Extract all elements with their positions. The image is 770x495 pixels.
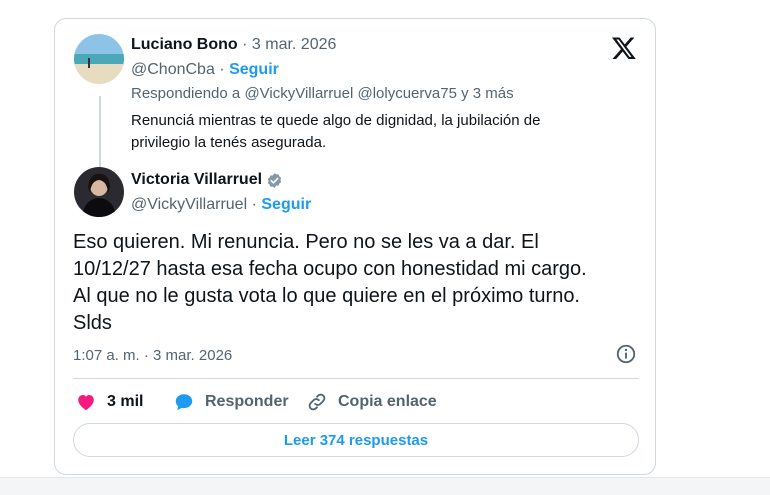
main-handle-row: @VickyVillarruel · Seguir: [131, 196, 312, 213]
verified-badge-icon: [266, 172, 283, 189]
reply-separator: ·: [242, 36, 248, 53]
main-tweet-line: Al que no le gusta vota lo que quiere en…: [73, 285, 580, 307]
main-tweet-text: Eso quieren. Mi renuncia. Pero no se les…: [73, 229, 643, 337]
reply-label: Responder: [205, 393, 289, 410]
heart-icon: [75, 391, 97, 413]
reply-follow-link[interactable]: Seguir: [229, 61, 279, 78]
reply-author-row: Luciano Bono · 3 mar. 2026: [131, 36, 336, 54]
page-bottom-bar: [0, 477, 770, 495]
main-author-row: Victoria Villarruel: [131, 171, 283, 189]
x-logo-icon[interactable]: [611, 35, 637, 61]
replying-to-row: Respondiendo a @VickyVillarruel @lolycue…: [131, 85, 514, 102]
reply-date[interactable]: 3 mar. 2026: [252, 36, 337, 53]
replying-to-users[interactable]: @VickyVillarruel @lolycuerva75 y 3 más: [244, 85, 513, 102]
reply-handle[interactable]: @ChonCba: [131, 61, 215, 78]
replying-prefix: Respondiendo a: [131, 85, 241, 102]
copy-link-label: Copia enlace: [338, 393, 437, 410]
main-tweet-line: Eso quieren. Mi renuncia. Pero no se les…: [73, 231, 539, 253]
tweet-timestamp[interactable]: 1:07 a. m. · 3 mar. 2026: [73, 347, 232, 364]
thread-connector-line: [99, 96, 101, 171]
like-button[interactable]: 3 mil: [75, 390, 143, 414]
actions-divider: [73, 378, 639, 379]
like-count: 3 mil: [107, 393, 144, 410]
read-replies-button[interactable]: Leer 374 respuestas: [73, 423, 639, 457]
avatar-victoria-villarruel[interactable]: [74, 167, 124, 217]
main-follow-link[interactable]: Seguir: [261, 196, 311, 213]
avatar-luciano-bono[interactable]: [74, 34, 124, 84]
main-handle[interactable]: @VickyVillarruel: [131, 196, 247, 213]
info-icon[interactable]: [615, 343, 637, 365]
main-tweet-line: 10/12/27 hasta esa fecha ocupo con hones…: [73, 258, 587, 280]
main-tweet-line: Slds: [73, 312, 112, 334]
main-author-name[interactable]: Victoria Villarruel: [131, 171, 262, 189]
reply-bubble-icon: [173, 391, 195, 413]
reply-handle-row: @ChonCba · Seguir: [131, 61, 279, 78]
link-icon: [306, 391, 328, 413]
copy-link-button[interactable]: Copia enlace: [306, 390, 437, 414]
embedded-tweet-card: Luciano Bono · 3 mar. 2026 @ChonCba · Se…: [54, 18, 656, 475]
reply-button[interactable]: Responder: [173, 390, 289, 414]
reply-tweet-text: Renunciá mientras te quede algo de digni…: [131, 112, 541, 151]
reply-author-name[interactable]: Luciano Bono: [131, 36, 238, 53]
